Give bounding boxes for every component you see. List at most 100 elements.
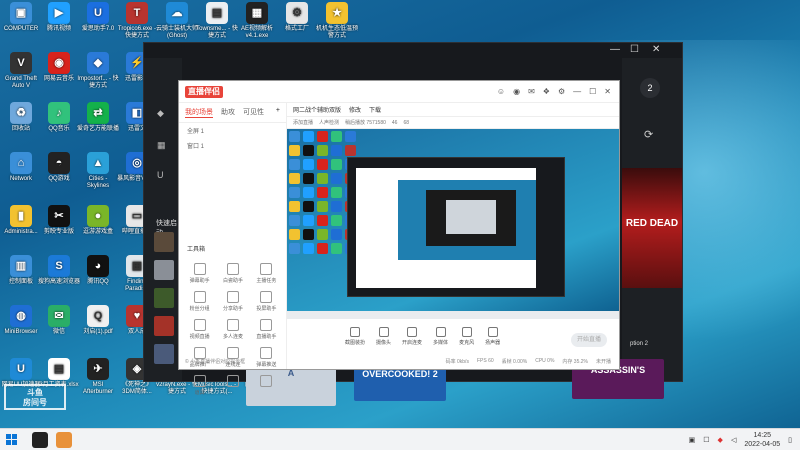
toolbox-item[interactable]: 弹幕推送 — [250, 347, 283, 368]
tab-assist[interactable]: 助攻 — [221, 107, 235, 118]
scene-item[interactable]: 全屏 1 — [179, 123, 286, 138]
desktop-icon[interactable]: ★ 机机生态低温预警方式 — [316, 2, 358, 40]
preview-icon — [289, 187, 300, 198]
toolbox-item[interactable]: 主播任务 — [250, 263, 283, 284]
desktop-icon[interactable]: T Tropico6.exe - 快捷方式 — [116, 2, 158, 40]
desktop-icon[interactable]: ▲ Cities - Skylines — [77, 152, 119, 190]
mail-icon[interactable]: ✉ — [528, 87, 535, 96]
control-button[interactable]: 截图装扮 — [345, 327, 365, 361]
scene-item[interactable]: 窗口 1 — [179, 138, 286, 153]
record-icon[interactable]: ◉ — [513, 87, 520, 96]
desktop-icon[interactable]: ● 逗游游戏盒 — [77, 205, 119, 236]
tray-icon[interactable]: ▣ — [689, 436, 696, 444]
tab-my-scenes[interactable]: 我的场景 — [185, 107, 213, 118]
desktop-icon[interactable]: ☁ 云骑士装机大师(Ghost) — [156, 2, 198, 40]
control-button[interactable]: 麦克风 — [459, 327, 474, 361]
toolbox-item[interactable]: 白瓷助手 — [216, 263, 249, 284]
start-live-button[interactable]: 开始直播 — [571, 333, 607, 347]
desktop-icon[interactable]: ✂ 剪映专业版 — [38, 205, 80, 236]
tool-icon — [260, 263, 273, 275]
minimize-icon[interactable]: — — [573, 87, 581, 96]
grid-icon[interactable]: ▦ — [157, 140, 166, 151]
desktop-icon[interactable]: ◕ 腾讯QQ — [77, 255, 119, 286]
desktop-icon[interactable]: ◓ QQ游戏 — [38, 152, 80, 183]
gift-icon[interactable]: ❖ — [543, 87, 550, 96]
desktop-icon[interactable]: V Grand Theft Auto V — [0, 52, 42, 90]
desktop-icon[interactable]: ◍ MiniBrowser — [0, 305, 42, 336]
tag-icon[interactable]: ◆ — [157, 108, 164, 119]
desktop-icon-label: MSI Afterburner — [82, 382, 113, 395]
user-icon[interactable]: ☺ — [497, 87, 505, 96]
desktop-icon[interactable]: ✉ 微信 — [38, 305, 80, 336]
toolbox-item[interactable]: 视频直播 — [183, 319, 216, 340]
control-icon — [487, 327, 498, 337]
toolbox-item[interactable] — [216, 375, 249, 396]
close-button[interactable]: ✕ — [652, 44, 660, 56]
toolbox-item[interactable]: 直播助手 — [250, 319, 283, 340]
game-tile[interactable] — [154, 232, 174, 252]
maximize-icon[interactable]: ☐ — [589, 87, 596, 96]
toolbox-item[interactable]: 分享助手 — [216, 291, 249, 312]
game-tile[interactable] — [154, 344, 174, 364]
toolbox-item[interactable] — [250, 375, 283, 396]
tool-icon — [260, 319, 273, 331]
rdr-game-tile[interactable]: RED DEAD — [622, 168, 682, 288]
desktop-icon[interactable]: S 搜狗高速浏览器 — [38, 255, 80, 286]
control-button[interactable]: 开启连麦 — [402, 327, 422, 361]
edit-link[interactable]: 修改 — [349, 105, 361, 114]
desktop-icon[interactable]: ◆ Impostorf... - 快捷方式 — [77, 52, 119, 90]
preview-icon — [289, 215, 300, 226]
notification-badge[interactable]: 2 — [640, 78, 660, 98]
desktop-icon[interactable]: ♻ 回收站 — [0, 102, 42, 133]
refresh-icon[interactable]: ⟳ — [644, 128, 653, 141]
toolbox-item[interactable]: 道具 — [183, 375, 216, 396]
desktop-icon[interactable]: ▮ Administra... — [0, 205, 42, 236]
toolbox-item[interactable]: 多人连麦 — [216, 319, 249, 340]
control-button[interactable]: 摄像头 — [376, 327, 391, 361]
desktop-icon[interactable]: ✈ MSI Afterburner — [77, 358, 119, 396]
notification-icon[interactable]: ◆ — [718, 436, 723, 444]
desktop-icon[interactable]: U 爱思助手7.0 — [77, 2, 119, 33]
u-icon[interactable]: U — [157, 170, 164, 180]
game-tile[interactable] — [154, 316, 174, 336]
clock[interactable]: 14:25 2022-04-05 — [744, 431, 780, 449]
taskbar: ▣ ☐ ◆ ◁ 14:25 2022-04-05 ▯ — [0, 428, 800, 450]
preview-icons — [289, 131, 356, 254]
download-link[interactable]: 下载 — [369, 105, 381, 114]
maximize-button[interactable]: ☐ — [630, 44, 639, 56]
desktop-icon[interactable]: ♪ QQ音乐 — [38, 102, 80, 133]
desktop-icon[interactable]: ▤ Townsme... - 快捷方式 — [196, 2, 238, 40]
game-tile[interactable] — [154, 288, 174, 308]
settings-icon[interactable]: ⚙ — [558, 87, 565, 96]
show-desktop-icon[interactable]: ▯ — [788, 436, 792, 444]
desktop-icon[interactable]: ⌂ Network — [0, 152, 42, 183]
close-icon[interactable]: ✕ — [604, 87, 611, 96]
desktop-icon[interactable]: Q 刘启(1).pdf — [77, 305, 119, 336]
start-button[interactable] — [6, 434, 17, 445]
desktop-icon[interactable]: ▥ 控制面板 — [0, 255, 42, 286]
toolbox-item[interactable]: 粉丝分组 — [183, 291, 216, 312]
tab-visibility[interactable]: 可见性 — [243, 107, 264, 118]
desktop-icon[interactable]: ◉ 网易云音乐 — [38, 52, 80, 83]
volume-icon[interactable]: ◁ — [731, 436, 736, 444]
tray-icon[interactable]: ☐ — [703, 436, 709, 444]
desktop-icon[interactable]: ▶ 腾讯视频 — [38, 2, 80, 33]
minimize-button[interactable]: — — [610, 44, 620, 56]
info-item: 68 — [403, 119, 410, 126]
add-scene-icon[interactable]: + — [276, 107, 280, 118]
msi-afterburner-icon: ✈ — [87, 358, 109, 380]
taskbar-app-icon[interactable] — [32, 432, 48, 448]
taskbar-app-icon[interactable] — [56, 432, 72, 448]
toolbox-item[interactable]: 弹幕助手 — [183, 263, 216, 284]
desktop-icon-label: Cities - Skylines — [86, 176, 110, 189]
toolbox-item[interactable]: 投屏助手 — [250, 291, 283, 312]
control-button[interactable]: 扬声器 — [485, 327, 500, 361]
stream-preview[interactable] — [287, 129, 619, 319]
desktop-icon[interactable]: ▣ COMPUTER — [0, 2, 42, 33]
control-button[interactable]: 多媒体 — [433, 327, 448, 361]
desktop-icon[interactable]: ⚙ 格式工厂 — [276, 2, 318, 33]
game-tile[interactable] — [154, 260, 174, 280]
desktop-icon[interactable]: ⇄ 爱奇艺万能联播 — [77, 102, 119, 133]
desktop-icon-label: Administra... — [4, 229, 38, 235]
desktop-icon[interactable]: ▦ AE视频解析v4.1.exe — [236, 2, 278, 40]
